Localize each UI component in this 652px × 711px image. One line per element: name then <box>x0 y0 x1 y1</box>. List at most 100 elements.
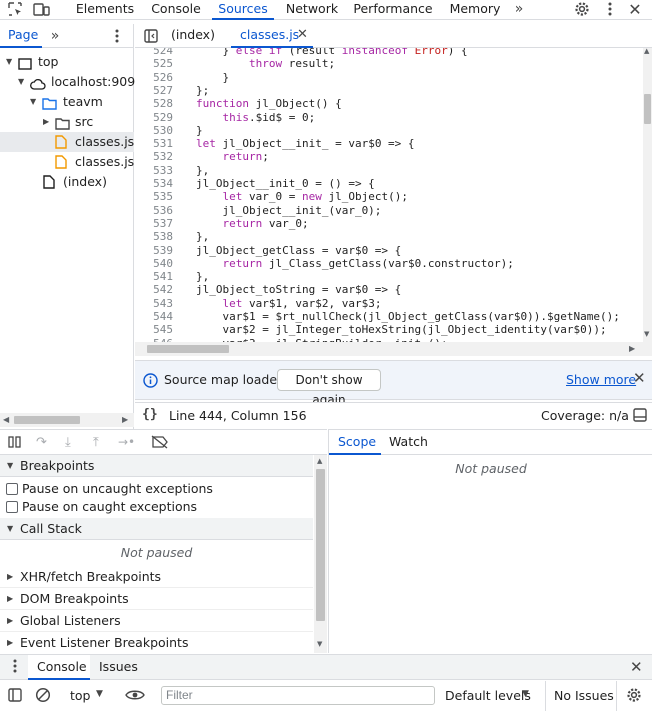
issues-counter[interactable]: No Issues <box>554 688 614 703</box>
scroll-left-icon[interactable]: ◀ <box>3 415 9 424</box>
line-number[interactable]: 536 <box>135 204 173 217</box>
scroll-thumb[interactable] <box>14 416 80 424</box>
code-line[interactable]: 543 let var$1, var$2, var$3; <box>135 297 643 310</box>
console-sidebar-icon[interactable] <box>8 688 22 705</box>
close-banner-icon[interactable]: ✕ <box>633 369 646 387</box>
line-number[interactable]: 530 <box>135 124 173 137</box>
breakpoints-header[interactable]: ▼ Breakpoints <box>0 455 313 477</box>
drawer-menu-icon[interactable] <box>13 659 17 676</box>
line-number[interactable]: 543 <box>135 297 173 310</box>
xhr-breakpoints-header[interactable]: ▶ XHR/fetch Breakpoints <box>0 566 313 588</box>
code-line[interactable]: 537 return var_0; <box>135 217 643 230</box>
more-tabs-icon[interactable]: » <box>510 1 528 17</box>
pause-icon[interactable] <box>8 436 22 451</box>
more-navigator-tabs-icon[interactable]: » <box>46 28 64 44</box>
line-number[interactable]: 541 <box>135 270 173 283</box>
drawer-tab-console[interactable]: Console <box>28 655 90 680</box>
tree-item-teavm[interactable]: ▼ teavm <box>0 92 134 112</box>
tab-sources[interactable]: Sources <box>212 0 274 20</box>
expand-arrow-icon[interactable]: ▼ <box>30 92 36 112</box>
code-line[interactable]: 528 function jl_Object() { <box>135 97 643 110</box>
console-settings-gear-icon[interactable] <box>626 687 642 706</box>
code-line[interactable]: 536 jl_Object__init_(var_0); <box>135 204 643 217</box>
code-line[interactable]: 542 jl_Object_toString = var$0 => { <box>135 283 643 296</box>
code-line[interactable]: 540 return jl_Class_getClass(var$0.const… <box>135 257 643 270</box>
kebab-menu-icon[interactable] <box>602 1 618 17</box>
collapse-arrow-icon[interactable]: ▶ <box>43 112 49 132</box>
code-line[interactable]: 532 return; <box>135 150 643 163</box>
line-number[interactable]: 526 <box>135 71 173 84</box>
scroll-thumb[interactable] <box>644 94 651 124</box>
line-number[interactable]: 532 <box>135 150 173 163</box>
scroll-down-icon[interactable]: ▼ <box>317 640 322 648</box>
scroll-up-icon[interactable]: ▲ <box>644 47 649 55</box>
tab-scope[interactable]: Scope <box>329 430 381 455</box>
line-number[interactable]: 545 <box>135 323 173 336</box>
line-number[interactable]: 538 <box>135 230 173 243</box>
code-line[interactable]: 534 jl_Object__init_0 = () => { <box>135 177 643 190</box>
expand-arrow-icon[interactable]: ▼ <box>18 72 24 92</box>
pause-caught-option[interactable]: Pause on caught exceptions <box>0 498 313 516</box>
line-number[interactable]: 535 <box>135 190 173 203</box>
step-icon[interactable]: →• <box>118 435 135 449</box>
code-line[interactable]: 526 } <box>135 71 643 84</box>
settings-gear-icon[interactable] <box>572 1 592 17</box>
console-filter-input[interactable]: Filter <box>161 686 435 705</box>
device-toolbar-icon[interactable] <box>32 1 52 17</box>
navigator-menu-icon[interactable] <box>110 28 124 44</box>
show-more-link[interactable]: Show more <box>566 372 636 387</box>
dont-show-again-button[interactable]: Don't show again <box>277 369 381 407</box>
line-number[interactable]: 525 <box>135 57 173 70</box>
code-line[interactable]: 530} <box>135 124 643 137</box>
code-line[interactable]: 541}, <box>135 270 643 283</box>
pause-uncaught-checkbox[interactable] <box>6 483 18 495</box>
line-number[interactable]: 539 <box>135 244 173 257</box>
dom-breakpoints-header[interactable]: ▶ DOM Breakpoints <box>0 588 313 610</box>
close-tab-icon[interactable]: ✕ <box>297 27 308 42</box>
code-line[interactable]: 525 throw result; <box>135 57 643 70</box>
line-number[interactable]: 542 <box>135 283 173 296</box>
tab-performance[interactable]: Performance <box>350 0 436 20</box>
inspect-element-icon[interactable] <box>6 1 24 17</box>
call-stack-header[interactable]: ▼ Call Stack <box>0 518 313 540</box>
scroll-thumb[interactable] <box>316 469 325 621</box>
tab-page[interactable]: Page <box>0 24 42 48</box>
tab-elements[interactable]: Elements <box>70 0 140 20</box>
scroll-up-icon[interactable]: ▲ <box>317 457 322 465</box>
scroll-right-icon[interactable]: ▶ <box>629 344 635 353</box>
tree-item-classes-js[interactable]: classes.js <box>0 132 134 152</box>
pretty-print-icon[interactable]: {} <box>142 407 158 422</box>
tree-item-top[interactable]: ▼ top <box>0 52 134 72</box>
editor-v-scrollbar[interactable]: ▲ ▼ <box>643 47 652 342</box>
step-into-icon[interactable]: ⤓ <box>65 435 71 450</box>
event-listener-breakpoints-header[interactable]: ▶ Event Listener Breakpoints <box>0 632 313 653</box>
tree-item-index[interactable]: (index) <box>0 172 134 192</box>
code-line[interactable]: 531 let jl_Object__init_ = var$0 => { <box>135 137 643 150</box>
tab-console[interactable]: Console <box>145 0 207 20</box>
close-drawer-icon[interactable]: ✕ <box>630 658 643 676</box>
editor-tab-index[interactable]: (index) <box>165 24 221 48</box>
code-line[interactable]: 535 let var_0 = new jl_Object(); <box>135 190 643 203</box>
scroll-right-icon[interactable]: ▶ <box>122 415 128 424</box>
tree-item-host[interactable]: ▼ localhost:9090 <box>0 72 143 92</box>
line-number[interactable]: 528 <box>135 97 173 110</box>
step-over-icon[interactable]: ↷ <box>36 435 47 450</box>
code-line[interactable]: 529 this.$id$ = 0; <box>135 111 643 124</box>
code-line[interactable]: 533}, <box>135 164 643 177</box>
code-line[interactable]: 524 } else if (result instanceof Error) … <box>135 48 643 57</box>
line-number[interactable]: 537 <box>135 217 173 230</box>
pause-uncaught-option[interactable]: Pause on uncaught exceptions <box>0 480 313 498</box>
code-line[interactable]: 538}, <box>135 230 643 243</box>
pause-caught-checkbox[interactable] <box>6 501 18 513</box>
editor-h-scrollbar[interactable]: ▶ <box>135 342 652 356</box>
editor-tab-classes-js[interactable]: classes.js ✕ <box>231 24 313 48</box>
line-number[interactable]: 524 <box>135 48 173 57</box>
deactivate-breakpoints-icon[interactable] <box>151 435 169 452</box>
debugger-v-scrollbar[interactable]: ▲ ▼ <box>314 455 327 653</box>
navigator-h-scrollbar[interactable]: ◀ ▶ <box>0 413 134 427</box>
toggle-navigator-icon[interactable] <box>143 28 159 44</box>
tree-item-classes-js-map[interactable]: classes.js.d <box>0 152 134 172</box>
tree-item-src[interactable]: ▶ src <box>0 112 134 132</box>
global-listeners-header[interactable]: ▶ Global Listeners <box>0 610 313 632</box>
tab-network[interactable]: Network <box>280 0 344 20</box>
